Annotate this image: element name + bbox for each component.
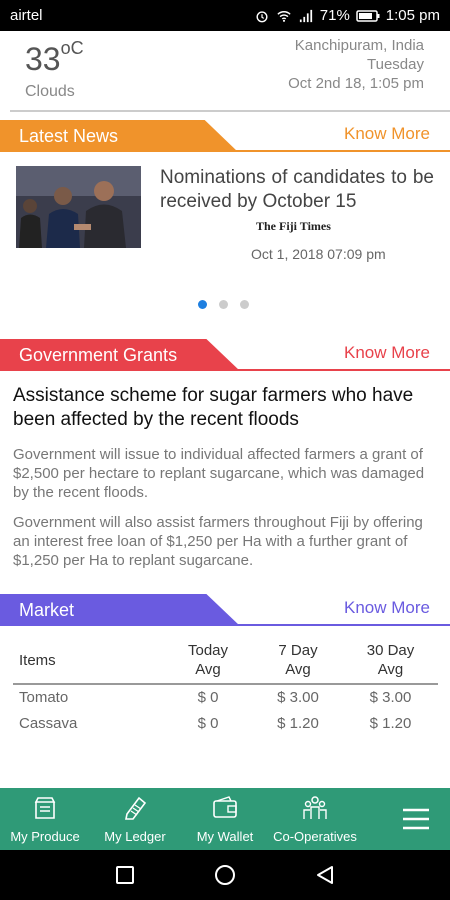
clock: 1:05 pm [385,7,440,24]
location-name: Kanchipuram, India [294,37,424,54]
table-row[interactable]: Cassava $ 0 $ 1.20 $ 1.20 [13,711,438,737]
nav-my-ledger[interactable]: My Ledger [90,788,180,850]
grants-header-line [0,369,450,371]
signal-icon [299,9,312,22]
carrier-label: airtel [10,7,43,24]
market-table: Items Today Avg 7 Day Avg 30 Day Avg Tomato… [13,641,438,737]
wallet-icon [213,796,237,818]
column-header-today: Today Avg [163,641,253,684]
thirty-day-avg: $ 3.00 [369,689,412,706]
nav-label: My Produce [10,829,80,844]
news-title[interactable]: Nominations of candidates to be received… [160,166,434,214]
weekday: Tuesday [367,56,424,73]
battery-percent: 71% [319,7,350,24]
news-source: The Fiji Times [256,219,331,233]
nav-label: Co-Operatives [273,829,357,844]
market-header-tab: Market [0,594,240,626]
market-table-header: Items Today Avg 7 Day Avg 30 Day Avg [13,641,438,684]
news-header-line [0,150,450,152]
market-header-line [0,624,450,626]
thirty-day-avg: $ 1.20 [369,715,412,732]
grant-title[interactable]: Assistance scheme for sugar farmers who … [13,384,441,432]
news-thumbnail[interactable] [16,166,141,248]
news-date: Oct 1, 2018 07:09 pm [251,246,386,262]
grant-paragraph-2: Government will also assist farmers thro… [13,514,423,569]
column-header-items: Items [19,651,56,669]
seven-day-avg: $ 1.20 [277,715,319,732]
nav-co-operatives[interactable]: Co-Operatives [270,788,360,850]
carousel-dot-3[interactable] [240,300,249,309]
news-know-more-link[interactable]: Know More [344,120,430,148]
market-know-more-link[interactable]: Know More [344,594,430,622]
column-header-30day-line1: 30 Day [366,642,415,659]
bottom-navigation: My Produce My Ledger My Wallet Co-Operat… [0,788,450,850]
column-header-7day: 7 Day Avg [253,641,343,684]
news-header-tab: Latest News [0,120,238,152]
news-section-header: Latest News Know More [0,120,450,152]
system-navigation-bar [0,850,450,900]
location-info: Kanchipuram, India Tuesday Oct 2nd 18, 1… [288,36,424,93]
grants-header-tab: Government Grants [0,339,240,371]
nav-my-produce[interactable]: My Produce [0,788,90,850]
news-photo [16,166,141,248]
ledger-icon [125,796,147,820]
temperature-value: 33 [25,41,61,77]
temperature-unit: oC [60,38,84,59]
column-header-7day-line2: Avg [285,661,311,678]
item-name: Tomato [19,689,69,706]
table-row[interactable]: Tomato $ 0 $ 3.00 $ 3.00 [13,684,438,711]
temperature: 33oC [25,38,84,78]
market-section-header: Market Know More [0,594,450,626]
weather-panel: 33oC Clouds Kanchipuram, India Tuesday O… [0,31,450,111]
back-icon[interactable] [316,865,334,885]
produce-icon [34,797,56,819]
grants-know-more-link[interactable]: Know More [344,339,430,367]
grant-paragraph-1: Government will issue to individual affe… [13,446,425,501]
nav-label: My Ledger [104,829,166,844]
alarm-icon [256,10,268,22]
weather-condition: Clouds [25,83,75,100]
carousel-indicator [198,300,249,309]
nav-my-wallet[interactable]: My Wallet [180,788,270,850]
divider [10,110,450,112]
column-header-30day: 30 Day Avg [343,641,438,684]
date-time: Oct 2nd 18, 1:05 pm [288,75,424,92]
nav-label: My Wallet [196,829,254,844]
seven-day-avg: $ 3.00 [277,689,319,706]
menu-icon[interactable] [402,808,430,830]
cooperatives-icon [303,796,327,819]
column-header-today-line2: Avg [195,661,221,678]
today-avg: $ 0 [197,689,219,706]
column-header-7day-line1: 7 Day [278,642,318,659]
battery-icon [356,9,380,22]
home-icon[interactable] [214,864,236,886]
status-bar: airtel 71% 1:05 pm [0,0,450,31]
column-header-today-line1: Today [187,642,229,659]
item-name: Cassava [19,715,78,732]
recent-apps-icon[interactable] [116,866,134,884]
today-avg: $ 0 [197,715,219,732]
wifi-icon [277,10,291,22]
column-header-30day-line2: Avg [377,661,404,678]
carousel-dot-1[interactable] [198,300,207,309]
carousel-dot-2[interactable] [219,300,228,309]
grants-section-header: Government Grants Know More [0,339,450,371]
